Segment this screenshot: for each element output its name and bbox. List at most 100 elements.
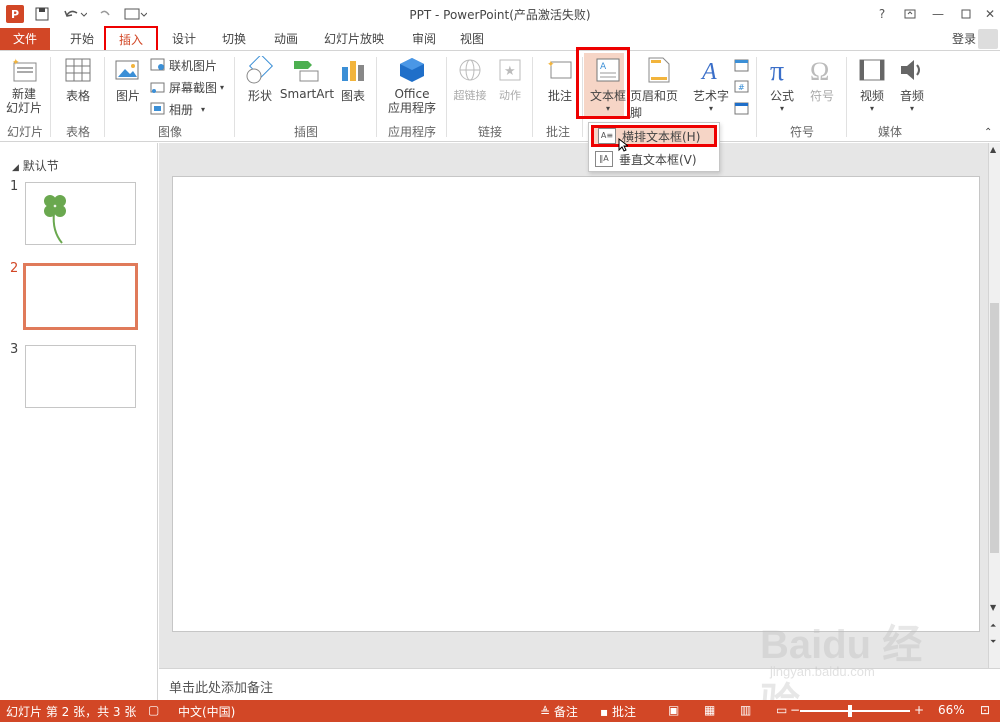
tab-view[interactable]: 视图 — [450, 28, 494, 50]
screenshot-button[interactable]: 屏幕截图 ▾ — [150, 77, 224, 97]
audio-button[interactable]: 音频 ▾ — [894, 55, 930, 113]
zoom-slider[interactable] — [800, 710, 910, 712]
calendar-icon — [734, 59, 749, 72]
next-slide-icon[interactable]: ⏷ — [990, 637, 996, 647]
vertical-textbox-icon: ‖A — [595, 151, 613, 167]
notes-icon: ≜ — [540, 705, 554, 719]
smartart-button[interactable]: SmartArt — [280, 55, 334, 101]
language-status[interactable]: 中文(中国) — [178, 703, 235, 720]
scroll-down-icon[interactable]: ▼ — [990, 603, 996, 612]
hyperlink-label: 超链接 — [453, 89, 487, 102]
shapes-button[interactable]: 形状 — [240, 55, 280, 104]
table-label: 表格 — [65, 89, 90, 103]
slide-sorter-icon[interactable]: ▦ — [704, 703, 715, 717]
slide-number: 3 — [10, 342, 19, 357]
comment-button[interactable]: ✦ 批注 — [542, 55, 578, 104]
symbol-button[interactable]: Ω 符号 — [804, 55, 840, 104]
new-slide-button[interactable]: ✦ 新建 幻灯片 — [4, 55, 44, 115]
action-button[interactable]: ★ 动作 — [494, 55, 526, 103]
vertical-scrollbar[interactable]: ▲ ▼ ⏶ ⏷ — [988, 143, 1000, 668]
help-button[interactable]: ? — [870, 4, 894, 24]
group-illustrations-label: 插图 — [293, 125, 318, 139]
collapse-ribbon-icon[interactable]: ⌃ — [984, 127, 992, 138]
minimize-button[interactable]: — — [926, 4, 950, 24]
header-footer-button[interactable]: 页眉和页脚 — [630, 55, 688, 121]
notes-toggle[interactable]: ≜ 备注 — [540, 703, 578, 720]
scroll-up-icon[interactable]: ▲ — [990, 145, 996, 154]
comments-icon: ▪ — [600, 705, 612, 719]
zoom-slider-thumb[interactable] — [848, 705, 852, 717]
zoom-in-icon[interactable]: + — [914, 703, 924, 717]
tab-home[interactable]: 开始 — [60, 28, 104, 50]
office-apps-button[interactable]: Office 应用程序 — [382, 55, 442, 115]
chart-button[interactable]: 图表 — [336, 55, 370, 104]
slide-thumbnails-pane: ◢ 默认节 1 2 3 — [0, 143, 158, 700]
menu-item-vertical-textbox[interactable]: ‖A 垂直文本框(V) — [591, 148, 717, 170]
normal-view-icon[interactable]: ▣ — [668, 703, 679, 717]
tab-transitions[interactable]: 切换 — [212, 28, 256, 50]
ribbon: ✦ 新建 幻灯片 幻灯片 表格 表格 图片 联机图片 屏幕截图 ▾ 相册 ▾ 图… — [0, 47, 1000, 142]
tab-file[interactable]: 文件 — [0, 28, 50, 50]
avatar[interactable] — [978, 29, 998, 49]
reading-view-icon[interactable]: ▥ — [740, 703, 751, 717]
tab-insert[interactable]: 插入 — [104, 26, 158, 50]
group-symbols-label: 符号 — [789, 125, 814, 139]
group-media-label: 媒体 — [877, 125, 902, 139]
zoom-out-icon[interactable]: − — [790, 703, 800, 717]
object-button[interactable] — [734, 99, 753, 119]
picture-label: 图片 — [115, 89, 140, 103]
baidu-watermark: Baidu 经验 jingyan.baidu.com — [760, 612, 960, 722]
header-footer-label: 页眉和页脚 — [630, 89, 679, 120]
notes-toggle-label: 备注 — [553, 705, 578, 719]
section-header[interactable]: ◢ 默认节 — [12, 157, 59, 174]
menu-item-horizontal-textbox[interactable]: A≡ 横排文本框(H) — [591, 125, 717, 147]
current-slide-canvas[interactable] — [172, 176, 980, 632]
watermark-url: jingyan.baidu.com — [770, 664, 875, 679]
album-icon — [150, 102, 165, 115]
wordart-label: 艺术字 — [692, 89, 729, 103]
chart-label: 图表 — [340, 89, 365, 103]
tab-slideshow[interactable]: 幻灯片放映 — [318, 28, 390, 50]
album-button[interactable]: 相册 ▾ — [150, 99, 205, 119]
group-images-label: 图像 — [157, 125, 182, 139]
tab-animations[interactable]: 动画 — [264, 28, 308, 50]
fit-slide-icon[interactable]: ⊡ — [980, 703, 990, 717]
table-button[interactable]: 表格 — [60, 55, 96, 104]
comments-toggle[interactable]: ▪ 批注 — [600, 703, 636, 720]
ribbon-display-icon[interactable] — [898, 4, 922, 24]
spell-check-icon[interactable]: ▢ — [148, 703, 159, 717]
online-picture-icon — [150, 58, 165, 71]
svg-text:π: π — [770, 56, 784, 84]
close-button[interactable]: ✕ — [978, 4, 1000, 24]
slide-thumbnail-3[interactable] — [25, 345, 136, 408]
svg-text:✦: ✦ — [12, 58, 20, 68]
omega-icon: Ω — [807, 55, 837, 85]
wordart-button[interactable]: A 艺术字 ▾ — [692, 55, 730, 113]
hyperlink-button[interactable]: 超链接 — [452, 55, 488, 103]
date-time-button[interactable] — [734, 55, 753, 75]
scroll-thumb[interactable] — [990, 303, 999, 553]
zoom-level[interactable]: 66% — [938, 703, 965, 717]
slideshow-view-icon[interactable]: ▭ — [776, 703, 787, 717]
header-footer-icon — [644, 55, 674, 85]
video-button[interactable]: 视频 ▾ — [854, 55, 890, 113]
slide-thumbnail-2[interactable] — [23, 263, 138, 330]
group-tables-label: 表格 — [65, 125, 90, 139]
clover-icon — [44, 195, 66, 244]
speaker-icon — [897, 55, 927, 85]
chevron-down-icon: ▾ — [220, 82, 225, 92]
tab-review[interactable]: 审阅 — [402, 28, 446, 50]
previous-slide-icon[interactable]: ⏶ — [990, 621, 996, 631]
equation-button[interactable]: π 公式 ▾ — [764, 55, 800, 113]
status-bar: 幻灯片 第 2 张，共 3 张 ▢ 中文(中国) ≜ 备注 ▪ 批注 ▣ ▦ ▥… — [0, 700, 1000, 722]
menu-item-label: 垂直文本框(V) — [619, 152, 697, 167]
online-picture-button[interactable]: 联机图片 — [150, 55, 217, 75]
chart-icon — [338, 55, 368, 85]
sign-in-link[interactable]: 登录 — [952, 28, 976, 50]
slide-thumbnail-1[interactable] — [25, 182, 136, 245]
hyperlink-icon — [455, 55, 485, 85]
tab-design[interactable]: 设计 — [162, 28, 206, 50]
maximize-icon[interactable] — [954, 4, 978, 24]
slide-number-button[interactable]: # — [734, 77, 753, 97]
picture-button[interactable]: 图片 — [110, 55, 146, 104]
